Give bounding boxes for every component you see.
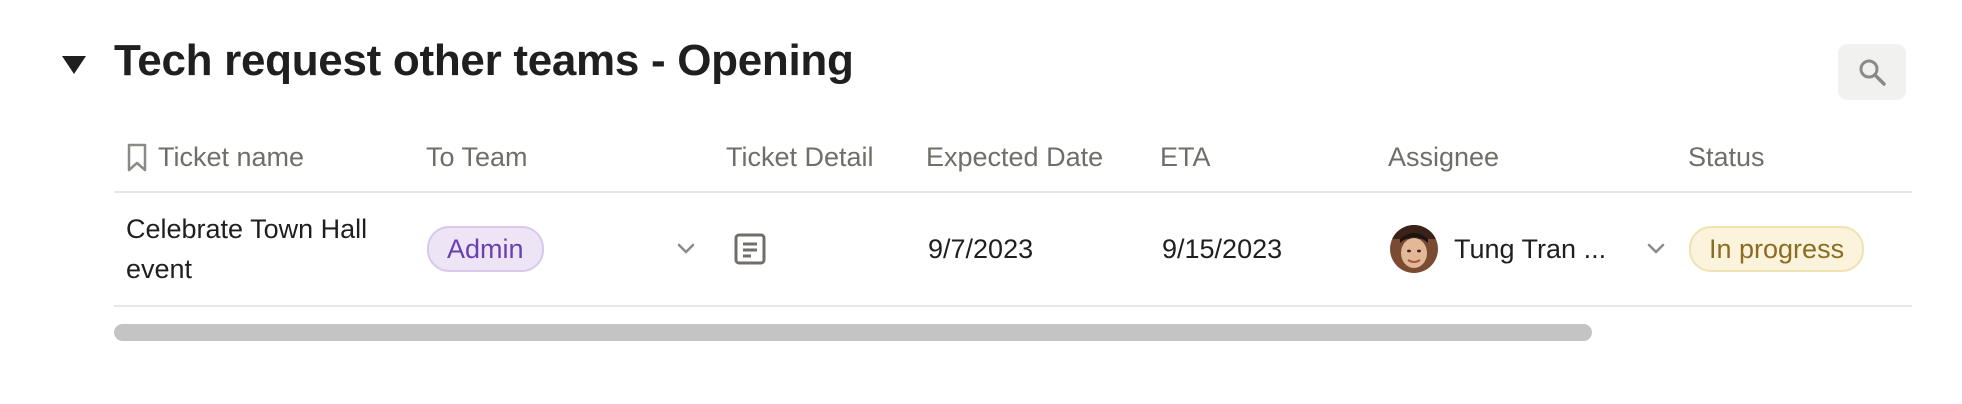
column-label: Expected Date [926, 142, 1104, 172]
cell-ticket-detail[interactable] [734, 193, 766, 305]
column-header-status[interactable]: Status [1688, 124, 1765, 191]
eta-text: 9/15/2023 [1162, 233, 1283, 264]
expected-date-text: 9/7/2023 [928, 233, 1034, 264]
collapse-toggle[interactable] [60, 50, 90, 80]
column-label: ETA [1160, 142, 1211, 172]
search-button[interactable] [1838, 44, 1906, 100]
section-header: Tech request other teams - Opening [0, 0, 1962, 130]
bookmark-icon [127, 143, 147, 171]
to-team-dropdown[interactable] [676, 193, 696, 305]
column-label: Ticket name [158, 142, 305, 172]
column-label: To Team [426, 142, 528, 172]
column-header-ticket-name[interactable]: Ticket name [126, 124, 304, 191]
column-label: Ticket Detail [726, 142, 874, 172]
document-icon[interactable] [734, 232, 766, 266]
column-label: Assignee [1388, 142, 1500, 172]
column-header-ticket-detail[interactable]: Ticket Detail [726, 124, 874, 191]
search-icon [1859, 59, 1886, 86]
status-badge: In progress [1689, 226, 1865, 272]
page-title: Tech request other teams - Opening [114, 36, 854, 85]
tickets-table: Ticket name To Team Ticket Detail Expect… [114, 124, 1912, 307]
cell-to-team[interactable]: Admin [427, 193, 544, 305]
horizontal-scrollbar[interactable] [114, 324, 1592, 341]
cell-eta[interactable]: 9/15/2023 [1162, 193, 1282, 305]
table-row[interactable]: Celebrate Town Hall event Admin 9/7/2023… [114, 193, 1912, 307]
cell-assignee[interactable]: Tung Tran ... [1390, 193, 1606, 305]
team-tag: Admin [427, 226, 544, 272]
cell-expected-date[interactable]: 9/7/2023 [928, 193, 1033, 305]
database-view: Tech request other teams - Opening Ticke… [0, 0, 1962, 404]
table-header-row: Ticket name To Team Ticket Detail Expect… [114, 124, 1912, 193]
triangle-down-icon [62, 56, 86, 74]
cell-status[interactable]: In progress [1689, 193, 1865, 305]
chevron-down-icon [677, 243, 695, 254]
avatar [1390, 225, 1438, 273]
column-label: Status [1688, 142, 1765, 172]
assignee-name: Tung Tran ... [1454, 233, 1607, 264]
chevron-down-icon [1647, 243, 1665, 254]
assignee-dropdown[interactable] [1646, 193, 1666, 305]
column-header-assignee[interactable]: Assignee [1388, 124, 1499, 191]
cell-ticket-name[interactable]: Celebrate Town Hall event [126, 193, 416, 305]
column-header-to-team[interactable]: To Team [426, 124, 528, 191]
column-header-expected-date[interactable]: Expected Date [926, 124, 1103, 191]
ticket-name-text: Celebrate Town Hall event [126, 214, 368, 284]
column-header-eta[interactable]: ETA [1160, 124, 1211, 191]
